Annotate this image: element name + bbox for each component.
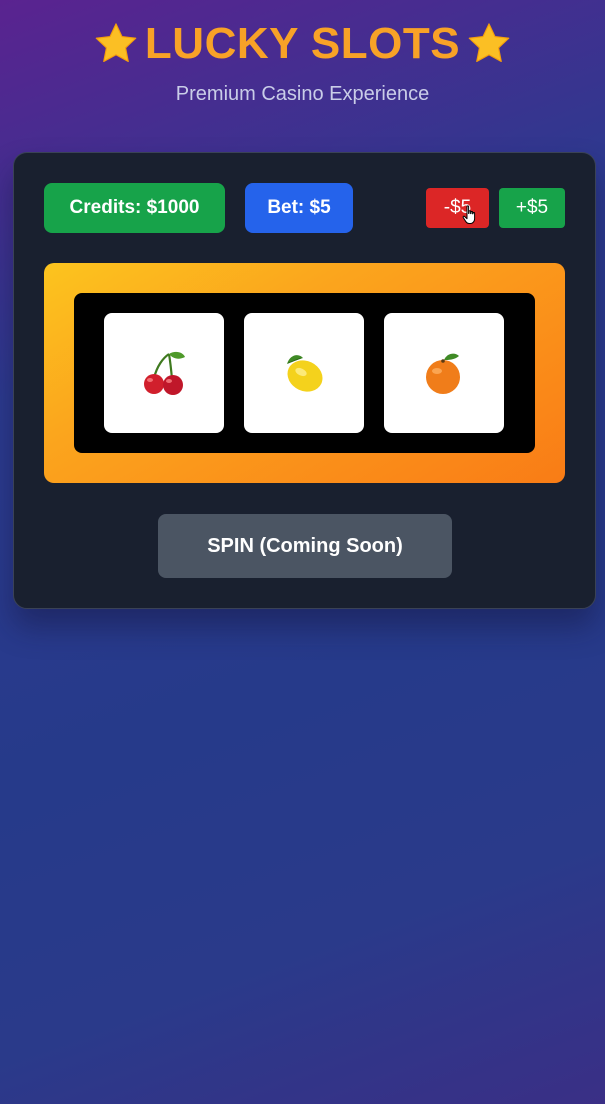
reel-window: [74, 293, 535, 453]
lemon-icon: [287, 355, 323, 392]
increase-bet-button[interactable]: +$5: [499, 188, 565, 228]
credits-badge: Credits: $1000: [44, 183, 225, 233]
cherry-icon: [144, 351, 185, 395]
reel-2: [244, 313, 364, 433]
slot-machine-card: Credits: $1000 Bet: $5 -$5 +$5 SPIN (Com…: [13, 152, 596, 609]
star-icon: [95, 23, 137, 63]
star-icon: [468, 23, 510, 63]
reel-1: [104, 313, 224, 433]
spin-button[interactable]: SPIN (Coming Soon): [158, 514, 452, 578]
decrease-bet-button[interactable]: -$5: [426, 188, 489, 228]
page-title: LUCKY SLOTS: [144, 19, 461, 68]
title-row: LUCKY SLOTS: [0, 18, 605, 70]
header: LUCKY SLOTS Premium Casino Experience: [0, 18, 605, 106]
page-subtitle: Premium Casino Experience: [175, 83, 430, 105]
reel-frame: [44, 263, 565, 483]
orange-icon: [426, 353, 460, 394]
reel-3: [384, 313, 504, 433]
bet-badge: Bet: $5: [245, 183, 353, 233]
hand-cursor-icon: [462, 205, 476, 224]
